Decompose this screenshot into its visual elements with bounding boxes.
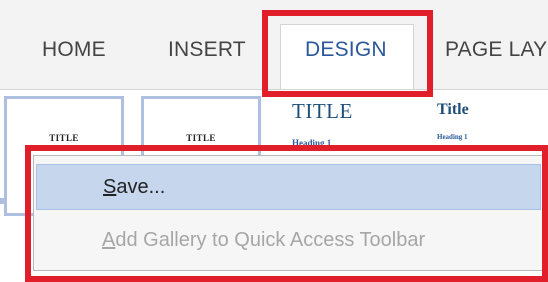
annotation-highlight-design-tab (262, 10, 433, 97)
style-3-title: TITLE (292, 99, 353, 123)
tab-insert[interactable]: INSERT (168, 38, 246, 62)
tab-page-layout[interactable]: PAGE LAY (445, 38, 547, 62)
annotation-highlight-context-menu (25, 145, 548, 282)
tab-home[interactable]: HOME (42, 38, 106, 62)
style-4-heading: Heading 1 (437, 133, 468, 141)
thumbnail-title: Title (186, 133, 216, 143)
style-4-title: Title (437, 101, 469, 118)
thumbnail-title: Title (49, 133, 79, 143)
